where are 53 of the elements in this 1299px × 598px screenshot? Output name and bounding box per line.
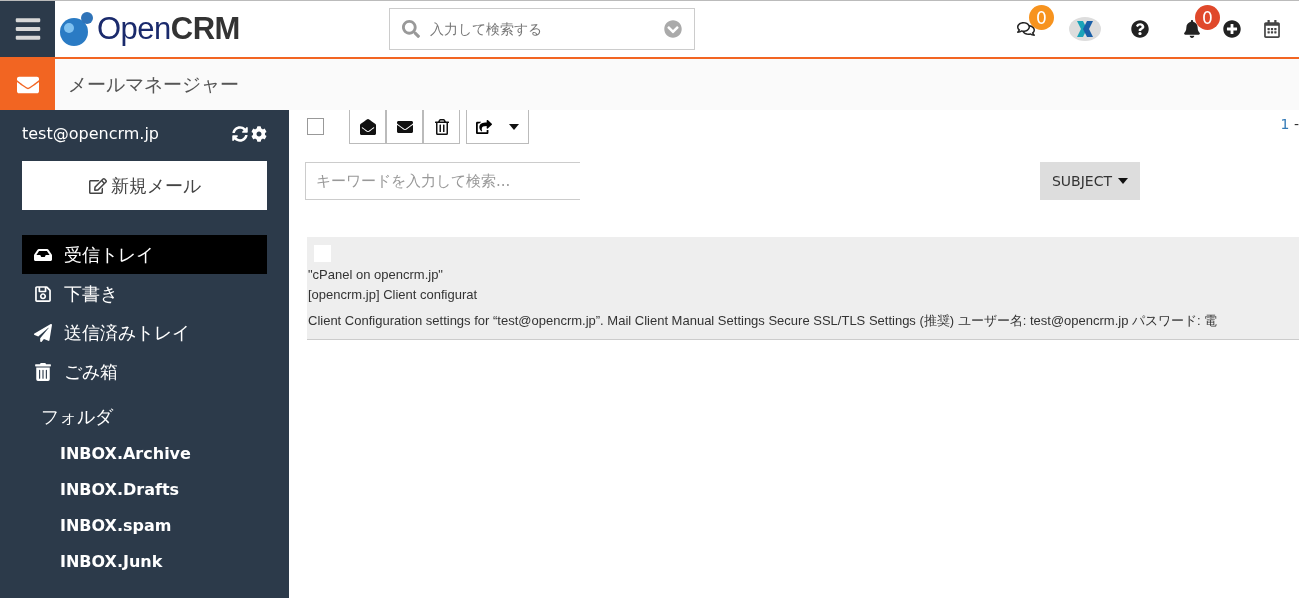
move-icon [475,118,492,135]
delete-button[interactable] [423,110,460,144]
folder-item[interactable]: INBOX.Junk [60,543,267,579]
pagination: 1 - [1280,116,1299,132]
folder-nav-item[interactable]: 受信トレイ [22,235,267,274]
logo-text: OpenCRM [97,11,240,47]
menu-icon [13,15,42,43]
settings-icon[interactable] [251,125,267,142]
folder-nav-item[interactable]: ごみ箱 [22,352,267,391]
menu-button[interactable] [0,1,55,57]
chat-icon[interactable] [1017,20,1035,38]
notification-badge: 0 [1195,5,1220,30]
account-email: test@opencrm.jp [22,124,160,143]
caret-icon [1118,178,1128,184]
chat-badge: 0 [1029,5,1054,30]
nav-label: 下書き [64,281,118,306]
message-sender: "cPanel on opencrm.jp" [308,266,444,284]
message-row[interactable]: "cPanel on opencrm.jp" [opencrm.jp] Client configurat Client Configuration settings for “test@opencrm.jp”. Mail Client Manual Settings Secure SSL/TLS Settings (推奨) ユーザー名: test@opencrm.jp パスワード: 電 [307,237,1299,340]
avatar-icon[interactable] [1069,17,1101,41]
folder-item[interactable]: INBOX.Archive [60,435,267,471]
help-icon[interactable] [1131,20,1149,38]
edit-icon [88,176,107,195]
field-dropdown-button[interactable]: SUBJECT [1040,162,1140,200]
nav-label: 受信トレイ [64,242,154,267]
paper-plane-icon [34,323,52,342]
nav-label: ごみ箱 [64,359,118,384]
message-subject: [opencrm.jp] Client configurat [308,286,479,304]
folders-heading: フォルダ [41,405,114,429]
move-button[interactable] [466,110,529,144]
trash-icon [433,118,450,135]
folder-item[interactable]: INBOX.Drafts [60,471,267,507]
trash-icon [34,362,52,381]
compose-button[interactable]: 新規メール [22,161,267,210]
refresh-icon[interactable] [232,125,248,142]
folder-item[interactable]: INBOX.spam [60,507,267,543]
mark-unread-button[interactable] [386,110,423,144]
nav-label: 送信済みトレイ [64,320,190,345]
search-field[interactable]: 入力して検索する [389,8,695,50]
select-all-checkbox[interactable] [307,118,324,135]
open-envelope-icon [359,118,376,135]
caret-icon [509,123,520,130]
envelope-icon [396,118,413,135]
search-icon [402,20,420,38]
module-title: メールマネージャー [68,71,239,97]
keyword-search-field[interactable]: キーワードを入力して検索... [305,162,580,200]
plus-icon[interactable] [1223,20,1241,38]
folder-nav-item[interactable]: 下書き [22,274,267,313]
folder-nav-item[interactable]: 送信済みトレイ [22,313,267,352]
bell-icon[interactable] [1183,20,1201,38]
logo-icon [59,10,95,48]
calendar-icon[interactable] [1263,20,1281,38]
message-preview: Client Configuration settings for “test@opencrm.jp”. Mail Client Manual Settings Secure SSL/TLS Settings (推奨) ユーザー名: test@opencrm.jp パスワード: 電 [308,312,1219,330]
mark-read-button[interactable] [349,110,386,144]
